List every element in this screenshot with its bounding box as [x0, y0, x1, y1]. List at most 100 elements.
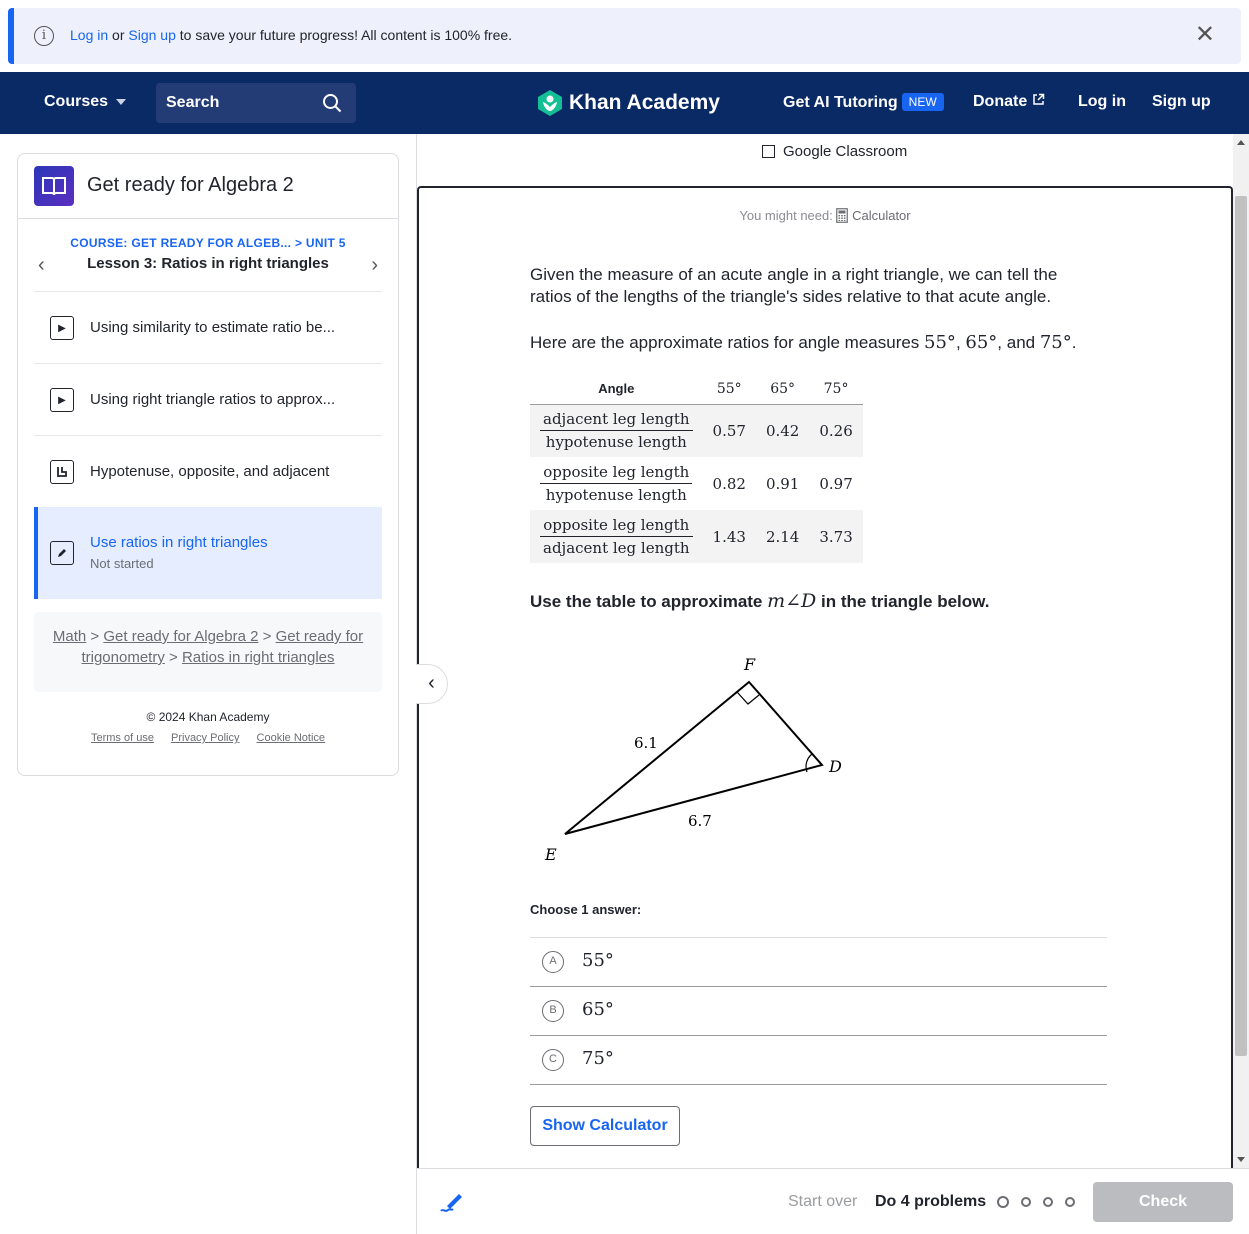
privacy-link[interactable]: Privacy Policy: [171, 732, 239, 744]
might-need-hint: You might need: Calculator: [419, 208, 1231, 223]
ratio-label: adjacent leg length hypotenuse length: [530, 404, 703, 457]
google-classroom-label: Google Classroom: [783, 143, 908, 160]
task-text: Use the table to approximate: [530, 592, 768, 611]
lesson-item-label: Using right triangle ratios to approx...: [90, 391, 336, 408]
play-icon: ▶: [50, 388, 74, 412]
table-row: adjacent leg length hypotenuse length 0.5…: [530, 404, 863, 457]
lesson-items: ▶ Using similarity to estimate ratio be.…: [34, 291, 382, 599]
caret-down-icon: [116, 98, 127, 105]
choice-c[interactable]: C 75°: [530, 1036, 1107, 1085]
search-box[interactable]: Search: [156, 83, 356, 123]
banner-text: to save your future progress! All conten…: [175, 27, 513, 43]
ratios-intro-text: Here are the approximate ratios for angl…: [530, 333, 925, 352]
lesson-item-practice-active[interactable]: Use ratios in right triangles Not starte…: [34, 507, 382, 599]
lesson-item-video-1[interactable]: ▶ Using similarity to estimate ratio be.…: [34, 291, 382, 363]
start-over-button[interactable]: Start over: [788, 1193, 857, 1211]
ratios-intro: Here are the approximate ratios for angl…: [530, 332, 1077, 353]
cookie-link[interactable]: Cookie Notice: [257, 732, 325, 744]
ratio-table: Angle 55° 65° 75° adjacent leg length hyp…: [530, 374, 863, 563]
progress-dots: [997, 1196, 1075, 1208]
lesson-item-video-2[interactable]: ▶ Using right triangle ratios to approx.…: [34, 363, 382, 435]
breadcrumb-math[interactable]: Math: [53, 628, 86, 645]
exercise-panel: You might need: Calculator Given the mea…: [417, 186, 1233, 1168]
table-row: opposite leg length adjacent leg length 1…: [530, 510, 863, 563]
banner-message: Log in or Sign up to save your future pr…: [70, 27, 512, 43]
terms-link[interactable]: Terms of use: [91, 732, 154, 744]
table-header: 65°: [770, 380, 796, 397]
course-unit-crumb[interactable]: COURSE: GET READY FOR ALGEB... > UNIT 5: [34, 236, 382, 250]
scroll-up-arrow[interactable]: [1237, 140, 1245, 145]
google-classroom-button[interactable]: Google Classroom: [762, 143, 907, 160]
info-icon: i: [34, 26, 54, 46]
breadcrumb: Math > Get ready for Algebra 2 > Get rea…: [34, 612, 382, 692]
course-crumb[interactable]: COURSE: GET READY FOR ALGEB...: [70, 236, 291, 250]
breadcrumb-ratios[interactable]: Ratios in right triangles: [182, 649, 335, 666]
scroll-down-arrow[interactable]: [1237, 1157, 1245, 1162]
courses-menu[interactable]: Courses: [44, 93, 127, 111]
donate-link[interactable]: Donate: [973, 93, 1045, 111]
unit-crumb[interactable]: > UNIT 5: [295, 236, 346, 250]
lesson-item-label: Using similarity to estimate ratio be...: [90, 319, 336, 336]
task-prompt: Use the table to approximate m∠D in the …: [530, 590, 989, 613]
lesson-item-exercise[interactable]: Hypotenuse, opposite, and adjacent: [34, 435, 382, 507]
side-label-ef: 6.1: [634, 734, 658, 752]
angle-75: 75°: [1039, 332, 1072, 353]
table-header: Angle: [598, 381, 635, 397]
ai-tutoring-label: Get AI Tutoring: [783, 94, 898, 111]
footer-links: Terms of use Privacy Policy Cookie Notic…: [18, 732, 398, 744]
banner-or: or: [108, 27, 129, 43]
lesson-title: Lesson 3: Ratios in right triangles: [87, 255, 329, 272]
right-angle-mark: [736, 691, 760, 705]
task-text-end: in the triangle below.: [816, 592, 990, 611]
ratio-numerator: adjacent leg length: [540, 410, 693, 432]
choice-letter: B: [542, 1000, 564, 1022]
choice-a[interactable]: A 55°: [530, 938, 1107, 987]
close-icon[interactable]: ✕: [1195, 23, 1215, 47]
ratio-denominator: adjacent leg length: [543, 539, 690, 557]
table-cell: 0.97: [819, 474, 853, 493]
lesson-item-label: Hypotenuse, opposite, and adjacent: [90, 463, 330, 480]
choice-value: 75°: [582, 1048, 614, 1069]
lesson-item-status: Not started: [90, 556, 154, 571]
new-badge: NEW: [901, 93, 944, 111]
progress-dot: [997, 1196, 1009, 1208]
answer-choices: A 55° B 65° C 75°: [530, 937, 1107, 1085]
ratios-and: , and: [997, 333, 1040, 352]
check-button[interactable]: Check: [1093, 1182, 1233, 1222]
banner-signup-link[interactable]: Sign up: [128, 27, 175, 43]
nav-login-link[interactable]: Log in: [1078, 93, 1126, 111]
show-calculator-button[interactable]: Show Calculator: [530, 1106, 680, 1146]
ratio-numerator: opposite leg length: [540, 463, 693, 484]
ai-tutoring-link[interactable]: Get AI Tutoring NEW: [783, 93, 944, 112]
progress-dot: [1043, 1197, 1053, 1207]
khan-academy-logo[interactable]: Khan Academy: [537, 88, 720, 118]
breadcrumb-algebra2[interactable]: Get ready for Algebra 2: [103, 628, 258, 645]
calculator-icon: [836, 208, 849, 223]
search-icon: [323, 94, 342, 113]
table-cell: 2.14: [755, 510, 810, 563]
table-cell: 0.26: [809, 404, 863, 457]
choose-label: Choose 1 answer:: [530, 902, 642, 917]
donate-label: Donate: [973, 93, 1028, 110]
choice-value: 65°: [582, 999, 614, 1020]
choice-letter: C: [542, 1049, 564, 1071]
vertex-label-d: D: [828, 757, 842, 776]
pencil-icon: [50, 541, 74, 565]
choice-letter: A: [542, 951, 564, 973]
vertex-label-f: F: [743, 655, 756, 674]
chevron-right-icon[interactable]: ›: [371, 254, 378, 277]
chevron-left-icon[interactable]: ‹: [38, 254, 45, 277]
course-title[interactable]: Get ready for Algebra 2: [87, 174, 294, 197]
lesson-sidebar: Get ready for Algebra 2 COURSE: GET READ…: [17, 153, 399, 776]
scratchpad-icon[interactable]: [437, 1189, 465, 1215]
table-cell: 1.43: [702, 510, 756, 563]
side-label-ed: 6.7: [688, 812, 712, 830]
problem-count: Do 4 problems: [875, 1193, 987, 1210]
lesson-item-label: Use ratios in right triangles: [90, 534, 268, 551]
banner-login-link[interactable]: Log in: [70, 27, 108, 43]
scrollbar-thumb[interactable]: [1235, 196, 1247, 1056]
vertical-scrollbar[interactable]: [1233, 134, 1249, 1168]
choice-b[interactable]: B 65°: [530, 987, 1107, 1036]
nav-signup-link[interactable]: Sign up: [1152, 93, 1211, 111]
progress-dot: [1065, 1197, 1075, 1207]
